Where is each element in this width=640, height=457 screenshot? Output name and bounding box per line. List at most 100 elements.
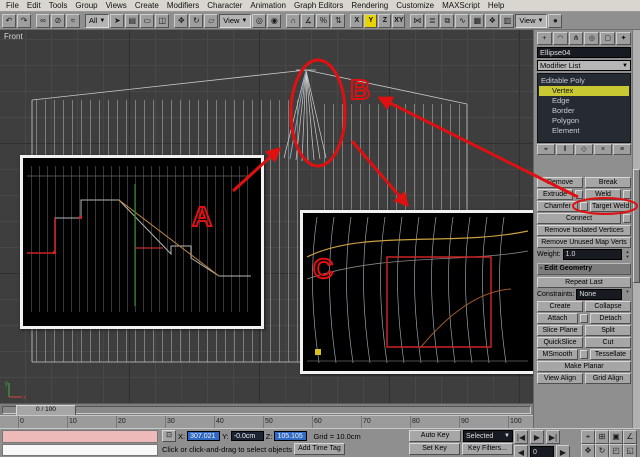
region-zoom-icon[interactable]: ◰ bbox=[609, 443, 623, 457]
time-slider-track[interactable] bbox=[2, 406, 531, 414]
remove-modifier-icon[interactable]: × bbox=[594, 144, 612, 155]
rectangular-region-icon[interactable]: ▭ bbox=[140, 13, 155, 28]
menu-item[interactable]: Tools bbox=[45, 0, 72, 11]
go-to-start-icon[interactable]: |◀ bbox=[514, 430, 528, 444]
tab-motion-icon[interactable]: ◎ bbox=[584, 32, 600, 45]
set-key-button[interactable]: Set Key bbox=[409, 443, 460, 455]
axis-constraint-x-button[interactable]: X bbox=[350, 13, 364, 28]
weight-spinner[interactable]: ▲ ▼ bbox=[624, 249, 631, 260]
menu-item[interactable]: Modifiers bbox=[163, 0, 203, 11]
min-max-toggle-icon[interactable]: ◱ bbox=[623, 443, 637, 457]
modifier-stack[interactable]: Editable Poly Vertex Edge Border Polygon… bbox=[537, 73, 631, 143]
attach-settings-button[interactable] bbox=[580, 314, 588, 323]
axis-constraint-y-button[interactable]: Y bbox=[364, 13, 378, 28]
viewport-label[interactable]: Front bbox=[4, 32, 23, 41]
grid-align-button[interactable]: Grid Align bbox=[585, 373, 631, 384]
align-icon[interactable]: ≣ bbox=[425, 13, 440, 28]
break-button[interactable]: Break bbox=[585, 177, 631, 188]
cut-button[interactable]: Cut bbox=[585, 337, 631, 348]
collapse-button[interactable]: Collapse bbox=[585, 301, 631, 312]
selection-lock-toggle[interactable]: ⊡ bbox=[162, 430, 176, 442]
make-unique-icon[interactable]: ◇ bbox=[575, 144, 593, 155]
axis-constraint-z-button[interactable]: Z bbox=[378, 13, 392, 28]
go-to-end-icon[interactable]: ▶| bbox=[546, 430, 560, 444]
field-of-view-icon[interactable]: ∠ bbox=[623, 429, 637, 444]
next-frame-icon[interactable]: ▶ bbox=[556, 445, 570, 457]
panel-scrollbar-thumb[interactable] bbox=[633, 169, 640, 283]
panel-scrollbar[interactable] bbox=[632, 30, 640, 428]
stack-subobject-item[interactable]: Border bbox=[539, 106, 629, 116]
undo-icon[interactable]: ↶ bbox=[2, 13, 16, 28]
extrude-button[interactable]: Extrude bbox=[537, 189, 573, 200]
connect-button[interactable]: Connect bbox=[537, 213, 621, 224]
stack-subobject-item[interactable]: Element bbox=[539, 126, 629, 136]
tab-display-icon[interactable]: ▢ bbox=[600, 32, 616, 45]
auto-key-button[interactable]: Auto Key bbox=[409, 430, 461, 442]
constraints-dropdown[interactable]: None bbox=[576, 289, 622, 300]
configure-modifier-sets-icon[interactable]: ≡ bbox=[613, 144, 631, 155]
track-bar[interactable]: 0 10 20 30 40 50 60 70 80 90 100 bbox=[0, 415, 533, 428]
selection-filter-dropdown[interactable]: All ▼ bbox=[85, 13, 110, 28]
menu-item[interactable]: Edit bbox=[23, 0, 45, 11]
remove-unused-map-verts-button[interactable]: Remove Unused Map Verts bbox=[537, 237, 631, 248]
render-setup-icon[interactable]: ▥ bbox=[500, 13, 515, 28]
weight-field[interactable]: 1.0 bbox=[562, 249, 622, 260]
chamfer-settings-button[interactable] bbox=[580, 202, 588, 211]
angle-snap-icon[interactable]: ∡ bbox=[301, 13, 316, 28]
redo-icon[interactable]: ↷ bbox=[17, 13, 31, 28]
listener-script-line[interactable] bbox=[2, 443, 158, 456]
x-coordinate-field[interactable]: 307.021 bbox=[187, 431, 221, 441]
menu-item[interactable]: Group bbox=[71, 0, 101, 11]
select-object-icon[interactable]: ➤ bbox=[110, 13, 125, 28]
tab-utilities-icon[interactable]: ✦ bbox=[616, 32, 631, 45]
select-and-manipulate-icon[interactable]: ◉ bbox=[267, 13, 282, 28]
menu-item[interactable]: Help bbox=[484, 0, 508, 11]
menu-item[interactable]: Character bbox=[203, 0, 246, 11]
extrude-settings-button[interactable] bbox=[575, 190, 583, 199]
spinner-snap-icon[interactable]: ⇅ bbox=[331, 13, 346, 28]
pin-stack-icon[interactable]: ⌖ bbox=[537, 144, 555, 155]
tessellate-button[interactable]: Tessellate bbox=[590, 349, 631, 360]
bind-to-spacewarp-icon[interactable]: ≈ bbox=[66, 13, 80, 28]
current-frame-field[interactable]: 0 bbox=[530, 446, 554, 457]
render-type-dropdown[interactable]: View ▼ bbox=[515, 13, 548, 28]
select-and-rotate-icon[interactable]: ↻ bbox=[189, 13, 204, 28]
key-mode-dropdown[interactable]: Selected ▼ bbox=[463, 430, 513, 442]
play-icon[interactable]: ▶ bbox=[530, 430, 544, 444]
window-crossing-icon[interactable]: ◫ bbox=[155, 13, 170, 28]
time-slider[interactable]: 0 / 100 bbox=[0, 403, 533, 416]
arc-rotate-icon[interactable]: ↻ bbox=[595, 443, 609, 457]
slice-plane-button[interactable]: Slice Plane bbox=[537, 325, 583, 336]
menu-item[interactable]: Create bbox=[131, 0, 163, 11]
select-and-link-icon[interactable]: ∞ bbox=[36, 13, 50, 28]
select-by-name-icon[interactable]: ▤ bbox=[125, 13, 140, 28]
use-pivot-center-icon[interactable]: ◎ bbox=[252, 13, 267, 28]
listener-macro-line[interactable] bbox=[2, 430, 158, 443]
stack-subobject-item[interactable]: Edge bbox=[539, 96, 629, 106]
layer-manager-icon[interactable]: ⧉ bbox=[440, 13, 455, 28]
menu-item[interactable]: Rendering bbox=[347, 0, 392, 11]
unlink-selection-icon[interactable]: ⊘ bbox=[51, 13, 65, 28]
tab-modify-icon[interactable]: ◠ bbox=[552, 32, 568, 45]
detach-button[interactable]: Detach bbox=[590, 313, 631, 324]
select-and-move-icon[interactable]: ✥ bbox=[174, 13, 189, 28]
key-filters-button[interactable]: Key Filters... bbox=[462, 443, 513, 455]
view-align-button[interactable]: View Align bbox=[537, 373, 583, 384]
create-button[interactable]: Create bbox=[537, 301, 583, 312]
modifier-list-dropdown[interactable]: Modifier List ▼ bbox=[537, 60, 631, 71]
stack-item-editable-poly[interactable]: Editable Poly bbox=[539, 75, 629, 86]
zoom-icon[interactable]: ⌖ bbox=[581, 429, 595, 444]
material-editor-icon[interactable]: ❖ bbox=[485, 13, 500, 28]
weld-button[interactable]: Weld bbox=[585, 189, 621, 200]
mirror-icon[interactable]: ⋈ bbox=[410, 13, 425, 28]
menu-item[interactable]: File bbox=[2, 0, 23, 11]
previous-frame-icon[interactable]: ◀ bbox=[514, 445, 528, 457]
remove-button[interactable]: Remove bbox=[537, 177, 583, 188]
tab-create-icon[interactable]: + bbox=[537, 32, 552, 45]
zoom-all-icon[interactable]: ⊞ bbox=[595, 429, 609, 444]
connect-settings-button[interactable] bbox=[623, 214, 631, 223]
menu-item[interactable]: Graph Editors bbox=[290, 0, 347, 11]
axis-constraint-xy-button[interactable]: XY bbox=[392, 13, 406, 28]
repeat-last-button[interactable]: Repeat Last bbox=[537, 277, 631, 288]
z-coordinate-field[interactable]: 105.105 bbox=[274, 431, 308, 441]
